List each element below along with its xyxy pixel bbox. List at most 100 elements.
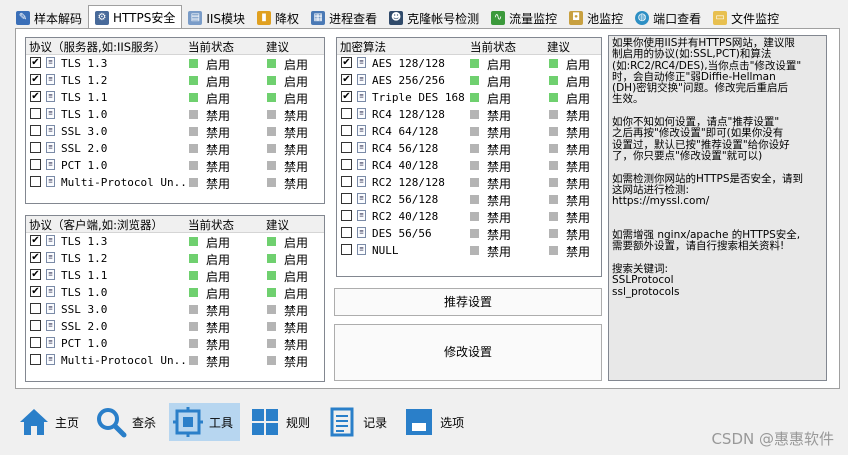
column-protocol[interactable]: 协议（客户端,如:浏览器）	[29, 217, 163, 233]
list-item[interactable]: ✔ ≡ TLS 1.2 启用 启用	[26, 250, 324, 267]
list-item[interactable]: ≡ Multi-Protocol Un... 禁用 禁用	[26, 352, 324, 369]
item-icon: ≡	[357, 108, 366, 119]
column-current-status[interactable]: 当前状态	[470, 39, 516, 55]
column-cipher[interactable]: 加密算法	[340, 39, 386, 55]
list-item[interactable]: ≡ RC2 40/128 禁用 禁用	[337, 208, 601, 225]
column-advice[interactable]: 建议	[266, 39, 289, 55]
server-protocol-list[interactable]: 协议（服务器,如:IIS服务） 当前状态 建议 ✔ ≡ TLS 1.3 启用 启用 ✔ ≡ T…	[25, 37, 325, 204]
item-icon: ≡	[357, 125, 366, 136]
item-icon: ≡	[46, 74, 55, 85]
enable-checkbox[interactable]	[341, 176, 352, 187]
enable-checkbox[interactable]	[341, 227, 352, 238]
list-item[interactable]: ≡ SSL 3.0 禁用 禁用	[26, 123, 324, 140]
list-item[interactable]: ≡ SSL 3.0 禁用 禁用	[26, 301, 324, 318]
modify-settings-button[interactable]: 修改设置	[334, 324, 602, 381]
item-icon: ≡	[46, 176, 55, 187]
list-item[interactable]: ≡ DES 56/56 禁用 禁用	[337, 225, 601, 242]
enable-checkbox[interactable]	[30, 125, 41, 136]
list-item[interactable]: ≡ RC4 128/128 禁用 禁用	[337, 106, 601, 123]
column-advice[interactable]: 建议	[266, 217, 289, 233]
tab-process-view[interactable]: ▦ 进程查看	[305, 8, 383, 28]
list-item[interactable]: ≡ RC2 128/128 禁用 禁用	[337, 174, 601, 191]
enable-checkbox[interactable]	[341, 244, 352, 255]
item-name: SSL 3.0	[61, 303, 108, 316]
list-item[interactable]: ≡ RC4 56/128 禁用 禁用	[337, 140, 601, 157]
list-item[interactable]: ✔ ≡ TLS 1.3 启用 启用	[26, 233, 324, 250]
advice-status: 启用	[284, 92, 309, 106]
enable-checkbox[interactable]: ✔	[30, 235, 41, 246]
tab-iis-module[interactable]: ▤ IIS模块	[182, 8, 251, 28]
list-item[interactable]: ✔ ≡ AES 256/256 启用 启用	[337, 72, 601, 89]
item-icon: ≡	[357, 57, 366, 68]
enable-checkbox[interactable]: ✔	[30, 57, 41, 68]
tab-clone-account[interactable]: ☻ 克隆帐号检测	[383, 8, 485, 28]
nav-rules[interactable]: 规则	[246, 403, 317, 441]
list-item[interactable]: ≡ RC4 40/128 禁用 禁用	[337, 157, 601, 174]
column-advice[interactable]: 建议	[547, 39, 570, 55]
enable-checkbox[interactable]: ✔	[341, 91, 352, 102]
list-item[interactable]: ≡ NULL 禁用 禁用	[337, 242, 601, 259]
enable-checkbox[interactable]: ✔	[341, 74, 352, 85]
item-icon: ≡	[46, 57, 55, 68]
tab-port-view[interactable]: ◍ 端口查看	[629, 8, 707, 28]
enable-checkbox[interactable]	[30, 159, 41, 170]
list-item[interactable]: ✔ ≡ Triple DES 168 启用 启用	[337, 89, 601, 106]
tab-file-monitor[interactable]: ▭ 文件监控	[707, 8, 785, 28]
enable-checkbox[interactable]	[341, 125, 352, 136]
enable-checkbox[interactable]: ✔	[30, 269, 41, 280]
tab-pool-monitor[interactable]: ◘ 池监控	[563, 8, 629, 28]
list-item[interactable]: ≡ PCT 1.0 禁用 禁用	[26, 157, 324, 174]
nav-options[interactable]: 选项	[400, 403, 471, 441]
current-status: 禁用	[206, 126, 231, 140]
recommend-settings-button[interactable]: 推荐设置	[334, 288, 602, 316]
list-item[interactable]: ≡ TLS 1.0 禁用 禁用	[26, 106, 324, 123]
list-item[interactable]: ✔ ≡ TLS 1.1 启用 启用	[26, 89, 324, 106]
list-item[interactable]: ≡ Multi-Protocol Un... 禁用 禁用	[26, 174, 324, 191]
list-item[interactable]: ≡ RC4 64/128 禁用 禁用	[337, 123, 601, 140]
enable-checkbox[interactable]	[341, 142, 352, 153]
tab-sample-decode[interactable]: ✎ 样本解码	[10, 8, 88, 28]
nav-scan[interactable]: 查杀	[92, 403, 163, 441]
list-item[interactable]: ✔ ≡ TLS 1.1 启用 启用	[26, 267, 324, 284]
enable-checkbox[interactable]	[341, 159, 352, 170]
enable-checkbox[interactable]	[30, 176, 41, 187]
enable-checkbox[interactable]	[30, 337, 41, 348]
column-current-status[interactable]: 当前状态	[188, 39, 234, 55]
enable-checkbox[interactable]	[341, 108, 352, 119]
enable-checkbox[interactable]	[30, 320, 41, 331]
list-item[interactable]: ✔ ≡ TLS 1.0 启用 启用	[26, 284, 324, 301]
enable-checkbox[interactable]	[341, 210, 352, 221]
list-item[interactable]: ✔ ≡ AES 128/128 启用 启用	[337, 55, 601, 72]
search-icon	[97, 408, 127, 438]
nav-log[interactable]: 记录	[323, 403, 394, 441]
enable-checkbox[interactable]	[30, 108, 41, 119]
list-item[interactable]: ✔ ≡ TLS 1.3 启用 启用	[26, 55, 324, 72]
nav-home[interactable]: 主页	[15, 403, 86, 441]
advice-status: 禁用	[566, 194, 591, 208]
enable-checkbox[interactable]	[30, 354, 41, 365]
enable-checkbox[interactable]	[30, 303, 41, 314]
enable-checkbox[interactable]	[341, 193, 352, 204]
tab-bar: ✎ 样本解码 ⚙ HTTPS安全 ▤ IIS模块 ▮ 降权 ▦ 进程查看 ☻ 克隆帐号检测 …	[10, 5, 785, 29]
nav-tools[interactable]: 工具	[169, 403, 241, 441]
enable-checkbox[interactable]: ✔	[30, 91, 41, 102]
enable-checkbox[interactable]: ✔	[30, 286, 41, 297]
enable-checkbox[interactable]: ✔	[30, 74, 41, 85]
advice-indicator-icon	[549, 110, 558, 119]
column-protocol[interactable]: 协议（服务器,如:IIS服务）	[29, 39, 166, 55]
client-protocol-list[interactable]: 协议（客户端,如:浏览器） 当前状态 建议 ✔ ≡ TLS 1.3 启用 启用 ✔ ≡ TLS…	[25, 215, 325, 382]
status-indicator-icon	[189, 356, 198, 365]
list-item[interactable]: ≡ RC2 56/128 禁用 禁用	[337, 191, 601, 208]
list-item[interactable]: ≡ PCT 1.0 禁用 禁用	[26, 335, 324, 352]
enable-checkbox[interactable]: ✔	[341, 57, 352, 68]
list-item[interactable]: ≡ SSL 2.0 禁用 禁用	[26, 140, 324, 157]
list-item[interactable]: ≡ SSL 2.0 禁用 禁用	[26, 318, 324, 335]
cipher-list[interactable]: 加密算法 当前状态 建议 ✔ ≡ AES 128/128 启用 启用 ✔ ≡ AES 256/…	[336, 37, 602, 277]
list-item[interactable]: ✔ ≡ TLS 1.2 启用 启用	[26, 72, 324, 89]
column-current-status[interactable]: 当前状态	[188, 217, 234, 233]
tab-deprivilege[interactable]: ▮ 降权	[251, 8, 305, 28]
tab-traffic-monitor[interactable]: ∿ 流量监控	[485, 8, 563, 28]
enable-checkbox[interactable]	[30, 142, 41, 153]
enable-checkbox[interactable]: ✔	[30, 252, 41, 263]
tab-https-security[interactable]: ⚙ HTTPS安全	[88, 5, 183, 29]
